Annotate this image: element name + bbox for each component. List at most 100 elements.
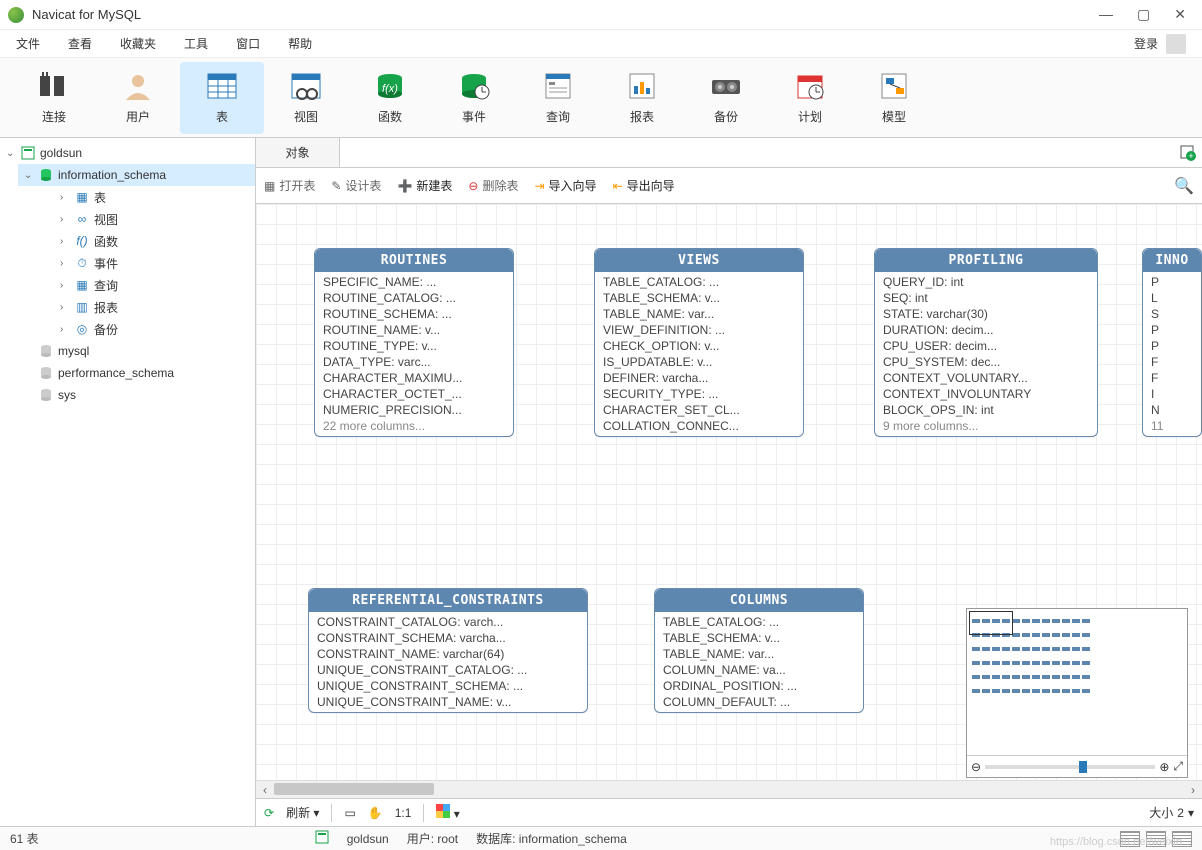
hand-tool[interactable]: ✋ [368,806,383,820]
scroll-left-button[interactable]: ‹ [256,781,274,799]
entity-header: REFERENTIAL_CONSTRAINTS [309,589,587,612]
entity-column: STATE: varchar(30) [875,306,1097,322]
toolbar-report[interactable]: 报表 [600,62,684,134]
tree-node-3[interactable]: ›⏱事件 [54,252,255,274]
entity-views[interactable]: VIEWSTABLE_CATALOG: ...TABLE_SCHEMA: v..… [594,248,804,437]
new-table-button[interactable]: ➕新建表 [397,177,452,194]
zoom-out-button[interactable]: ⊖ [971,760,981,774]
entity-header: COLUMNS [655,589,863,612]
tree-node-5[interactable]: ›▥报表 [54,296,255,318]
entity-inno[interactable]: INNOPLSPPFFIN11 [1142,248,1202,437]
entity-profiling[interactable]: PROFILINGQUERY_ID: intSEQ: intSTATE: var… [874,248,1098,437]
connection-icon [315,830,329,847]
zoom-in-button[interactable]: ⊕ [1159,760,1169,774]
delete-icon: ⊖ [468,179,478,193]
tree-connection[interactable]: ⌄ goldsun [0,142,255,164]
color-button[interactable]: ▾ [436,804,459,821]
menu-tools[interactable]: 工具 [184,35,208,52]
entity-column: ROUTINE_SCHEMA: ... [315,306,513,322]
tree-db-performance_schema[interactable]: performance_schema [18,362,255,384]
entity-column: TABLE_NAME: var... [655,646,863,662]
scroll-right-button[interactable]: › [1184,781,1202,799]
status-user: 用户: root [407,830,458,847]
entity-column: CPU_SYSTEM: dec... [875,354,1097,370]
tree-node-0[interactable]: ›▦表 [54,186,255,208]
minimap[interactable]: ⊖ ⊕ ⤢ [966,608,1188,778]
tree-database-label: information_schema [58,168,166,182]
tree-node-2[interactable]: ›f()函数 [54,230,255,252]
add-tab-button[interactable]: + [1174,138,1202,167]
size-label: 大小 [1149,804,1173,821]
entity-column: NUMERIC_PRECISION... [315,402,513,418]
menu-view[interactable]: 查看 [68,35,92,52]
toolbar-backup[interactable]: 备份 [684,62,768,134]
toolbar-table[interactable]: 表 [180,62,264,134]
add-icon: ➕ [397,179,412,193]
design-table-button[interactable]: ✎设计表 [331,177,381,194]
delete-table-button[interactable]: ⊖删除表 [468,177,518,194]
database-icon [38,365,54,381]
toolbar-user[interactable]: 用户 [96,62,180,134]
title-bar: Navicat for MySQL — ▢ ✕ [0,0,1202,30]
diagram-canvas[interactable]: COLUMNS TABLE_CATALOG: ...TABLE_SCHEMA: v… [256,204,1202,826]
tree-node-4[interactable]: ›▦查询 [54,274,255,296]
import-wizard-button[interactable]: ⇥导入向导 [534,177,596,194]
import-icon: ⇥ [534,179,544,193]
size-value: 2 [1177,806,1184,820]
toolbar-model[interactable]: 模型 [852,62,936,134]
minimize-button[interactable]: — [1099,6,1113,23]
zoom-slider[interactable] [985,765,1155,769]
size-dropdown[interactable]: ▾ [1188,806,1194,820]
tree-connection-label: goldsun [40,146,82,160]
toolbar-view[interactable]: 视图 [264,62,348,134]
entity-column: F [1143,354,1201,370]
entity-column: N [1143,402,1201,418]
status-connection: goldsun [347,832,389,846]
toolbar-connect[interactable]: 连接 [12,62,96,134]
entity-column: DURATION: decim... [875,322,1097,338]
entity-column: DATA_TYPE: varc... [315,354,513,370]
entity-column: CONSTRAINT_CATALOG: varch... [309,614,587,630]
search-icon[interactable]: 🔍 [1174,176,1194,196]
tree-database[interactable]: ⌄ information_schema [18,164,255,186]
menu-file[interactable]: 文件 [16,35,40,52]
login-link[interactable]: 登录 [1134,35,1158,52]
avatar-icon[interactable] [1166,34,1186,54]
entity-routines[interactable]: ROUTINESSPECIFIC_NAME: ...ROUTINE_CATALO… [314,248,514,437]
toolbar-query[interactable]: 查询 [516,62,600,134]
tree-node-1[interactable]: ›∞视图 [54,208,255,230]
toolbar-schedule[interactable]: 计划 [768,62,852,134]
minimap-view[interactable] [967,609,1187,755]
pointer-tool[interactable]: ▭ [344,806,355,820]
refresh-icon[interactable]: ⟳ [264,806,274,820]
menu-help[interactable]: 帮助 [288,35,312,52]
maximize-button[interactable]: ▢ [1137,6,1150,23]
refresh-button[interactable]: 刷新 ▾ [286,804,319,821]
toolbar-event[interactable]: 事件 [432,62,516,134]
scrollbar-thumb[interactable] [274,783,434,795]
entity-column: TABLE_CATALOG: ... [595,274,803,290]
entity-column: CONTEXT_VOLUNTARY... [875,370,1097,386]
fit-tool[interactable]: 1:1 [395,806,412,820]
export-wizard-button[interactable]: ⇤导出向导 [613,177,675,194]
entity-column: L [1143,290,1201,306]
app-logo-icon [8,7,24,23]
entity-referential_constraints[interactable]: REFERENTIAL_CONSTRAINTS CONSTRAINT_CATALO… [308,588,588,713]
tab-objects[interactable]: 对象 [256,138,340,167]
menu-favorites[interactable]: 收藏夹 [120,35,156,52]
entity-column: VIEW_DEFINITION: ... [595,322,803,338]
close-button[interactable]: ✕ [1174,6,1186,23]
horizontal-scrollbar[interactable]: ‹ › [256,780,1202,798]
tree-node-6[interactable]: ›◎备份 [54,318,255,340]
entity-column: TABLE_SCHEMA: v... [595,290,803,306]
entity-column: CONSTRAINT_SCHEMA: varcha... [309,630,587,646]
zoom-fit-button[interactable]: ⤢ [1173,759,1183,774]
entity-column: P [1143,274,1201,290]
toolbar-function[interactable]: f(x)函数 [348,62,432,134]
minimap-viewport[interactable] [969,611,1013,635]
entity-columns[interactable]: COLUMNSTABLE_CATALOG: ...TABLE_SCHEMA: v… [654,588,864,713]
menu-window[interactable]: 窗口 [236,35,260,52]
open-table-button[interactable]: ▦打开表 [264,177,315,194]
tree-db-sys[interactable]: sys [18,384,255,406]
tree-db-mysql[interactable]: mysql [18,340,255,362]
